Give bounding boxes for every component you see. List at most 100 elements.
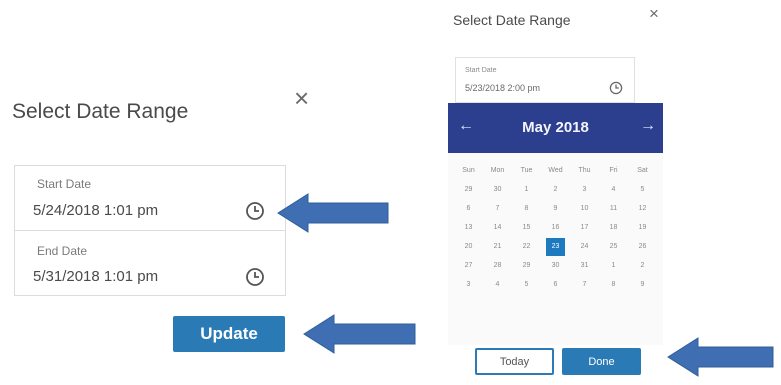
calendar-day[interactable]: 25 <box>599 237 628 256</box>
calendar-month-label: May 2018 <box>522 119 589 136</box>
annotation-arrow-icon <box>667 337 774 377</box>
weekday-header: Thu <box>578 167 591 174</box>
right-clock-icon[interactable] <box>609 81 623 95</box>
calendar-day[interactable]: 28 <box>483 256 512 275</box>
calendar-day-label: 12 <box>638 205 647 212</box>
calendar-day-label: 9 <box>553 205 558 212</box>
calendar-day[interactable]: 30 <box>541 256 570 275</box>
calendar-day[interactable]: 6 <box>541 275 570 294</box>
calendar-day-label: 30 <box>493 186 502 193</box>
calendar-day[interactable]: 21 <box>483 237 512 256</box>
calendar-day-label: 18 <box>609 224 618 231</box>
calendar-day[interactable]: 10 <box>570 199 599 218</box>
calendar-day[interactable]: 13 <box>454 218 483 237</box>
calendar-day-label: 8 <box>611 281 616 288</box>
calendar-day-label: 13 <box>464 224 473 231</box>
calendar-day-label: 27 <box>464 262 473 269</box>
calendar-day[interactable]: 11 <box>599 199 628 218</box>
calendar-day-label: 1 <box>611 262 616 269</box>
calendar-day-label: 19 <box>638 224 647 231</box>
calendar-header: ← May 2018 → <box>448 103 663 153</box>
annotation-arrow-icon <box>277 193 389 233</box>
calendar-day[interactable]: 18 <box>599 218 628 237</box>
end-clock-icon[interactable] <box>245 267 265 287</box>
calendar-day[interactable]: 6 <box>454 199 483 218</box>
calendar-day[interactable]: 30 <box>483 180 512 199</box>
start-date-value[interactable]: 5/24/2018 1:01 pm <box>33 202 158 219</box>
calendar-day[interactable]: 8 <box>512 199 541 218</box>
weekday-header: Fri <box>609 167 618 174</box>
calendar-day-label: 30 <box>551 262 560 269</box>
next-month-arrow-icon[interactable]: → <box>640 117 656 135</box>
calendar-day[interactable]: 31 <box>570 256 599 275</box>
calendar-day[interactable]: 20 <box>454 237 483 256</box>
calendar-day[interactable]: 1 <box>599 256 628 275</box>
end-date-field[interactable]: End Date 5/31/2018 1:01 pm <box>14 231 286 296</box>
right-close-icon[interactable]: × <box>649 4 659 24</box>
calendar-day[interactable]: 7 <box>570 275 599 294</box>
calendar-day[interactable]: 9 <box>628 275 657 294</box>
calendar-day-label: 21 <box>493 243 502 250</box>
calendar-day[interactable]: 5 <box>512 275 541 294</box>
calendar-day-label: 11 <box>609 205 618 212</box>
calendar-day-label: 4 <box>611 186 616 193</box>
today-button[interactable]: Today <box>475 348 554 375</box>
calendar-day-label: 7 <box>495 205 500 212</box>
weekday-header: Wed <box>548 167 563 174</box>
start-date-field[interactable]: Start Date 5/24/2018 1:01 pm <box>14 165 286 231</box>
weekday-header: Sun <box>462 167 475 174</box>
calendar-day-label: 6 <box>553 281 558 288</box>
calendar-day-label: 6 <box>466 205 471 212</box>
calendar-day[interactable]: 2 <box>541 180 570 199</box>
calendar-day-label: 1 <box>524 186 529 193</box>
calendar-day[interactable]: 17 <box>570 218 599 237</box>
update-button[interactable]: Update <box>173 316 285 352</box>
calendar-day[interactable]: 22 <box>512 237 541 256</box>
calendar-popup: ← May 2018 → Sun Mon Tue Wed Thu Fri Sat 29 30 1 2… <box>448 103 663 345</box>
calendar-day[interactable]: 7 <box>483 199 512 218</box>
calendar-day[interactable]: 19 <box>628 218 657 237</box>
calendar-day[interactable]: 4 <box>483 275 512 294</box>
end-date-value[interactable]: 5/31/2018 1:01 pm <box>33 268 158 285</box>
calendar-day[interactable]: 4 <box>599 180 628 199</box>
calendar-day-label: 15 <box>522 224 531 231</box>
calendar-day-label: 14 <box>493 224 502 231</box>
calendar-day-label: 28 <box>493 262 502 269</box>
calendar-day-label: 24 <box>580 243 589 250</box>
calendar-day[interactable]: 12 <box>628 199 657 218</box>
calendar-day[interactable]: 5 <box>628 180 657 199</box>
calendar-day[interactable]: 26 <box>628 237 657 256</box>
calendar-day-label: 25 <box>609 243 618 250</box>
calendar-day[interactable]: 29 <box>512 256 541 275</box>
calendar-day-label: 7 <box>582 281 587 288</box>
calendar-day[interactable]: 14 <box>483 218 512 237</box>
calendar-day[interactable]: 2 <box>628 256 657 275</box>
calendar-day-label: 23 <box>546 237 565 256</box>
calendar-day[interactable]: 9 <box>541 199 570 218</box>
calendar-day[interactable]: 15 <box>512 218 541 237</box>
right-start-date-value[interactable]: 5/23/2018 2:00 pm <box>465 83 540 93</box>
calendar-day[interactable]: 16 <box>541 218 570 237</box>
calendar-day[interactable]: 3 <box>570 180 599 199</box>
calendar-day-label: 5 <box>524 281 529 288</box>
calendar-day[interactable]: 1 <box>512 180 541 199</box>
calendar-day[interactable]: 8 <box>599 275 628 294</box>
right-dialog-title: Select Date Range <box>453 12 571 28</box>
calendar-day[interactable]: 27 <box>454 256 483 275</box>
right-start-date-field[interactable]: Start Date 5/23/2018 2:00 pm <box>455 57 635 103</box>
annotation-arrow-icon <box>303 314 416 354</box>
calendar-day-selected[interactable]: 23 <box>541 237 570 256</box>
calendar-day-label: 10 <box>580 205 589 212</box>
calendar-day-label: 29 <box>464 186 473 193</box>
calendar-day[interactable]: 29 <box>454 180 483 199</box>
calendar-day-label: 2 <box>553 186 558 193</box>
done-button[interactable]: Done <box>562 348 641 375</box>
calendar-day[interactable]: 3 <box>454 275 483 294</box>
calendar-day-label: 3 <box>466 281 471 288</box>
calendar-day-label: 16 <box>551 224 560 231</box>
weekday-header: Tue <box>520 167 533 174</box>
calendar-day[interactable]: 24 <box>570 237 599 256</box>
calendar-day-label: 26 <box>638 243 647 250</box>
start-clock-icon[interactable] <box>245 201 265 221</box>
left-close-icon[interactable]: × <box>294 85 309 111</box>
